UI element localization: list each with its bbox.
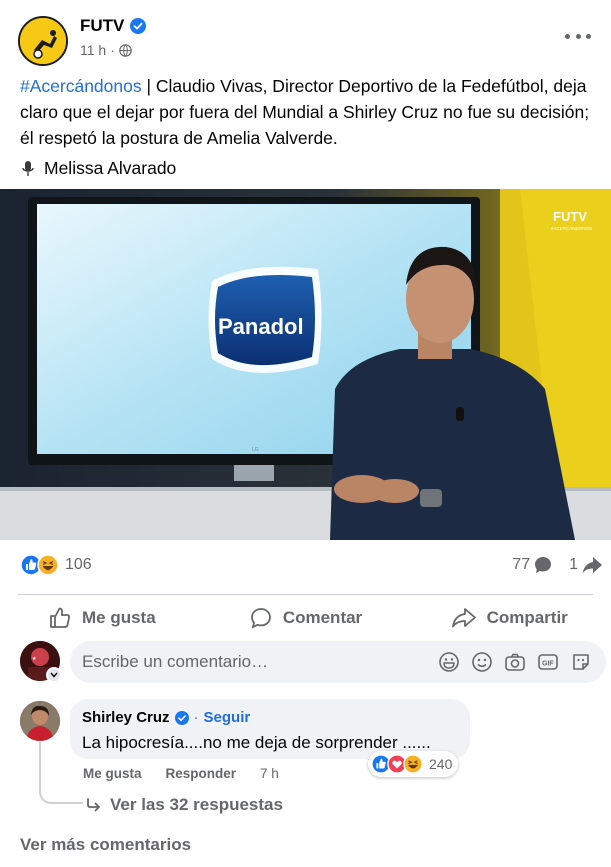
follow-button[interactable]: Seguir	[204, 709, 251, 726]
comment-button[interactable]: Comentar	[204, 596, 408, 640]
comment-text: La hipocresía....no me deja de sorprende…	[82, 733, 431, 752]
view-more-comments-link[interactable]: Ver más comentarios	[20, 835, 191, 855]
post-actions: Me gusta Comentar Compartir	[0, 596, 611, 640]
comment-bubble: Shirley Cruz · Seguir La hipocresía....n…	[70, 699, 470, 759]
page-avatar[interactable]	[18, 16, 68, 66]
more-options-icon[interactable]	[565, 26, 591, 46]
comment-author-name[interactable]: Shirley Cruz	[82, 709, 170, 726]
comment-time[interactable]: 7 h	[260, 766, 279, 781]
panadol-logo: Panadol	[218, 314, 304, 339]
comment-reply-button[interactable]: Responder	[166, 766, 237, 781]
comment-actions: Me gusta Responder 7 h	[83, 766, 279, 781]
engagement-counts: 77 1	[500, 555, 603, 575]
like-button[interactable]: Me gusta	[0, 596, 204, 640]
svg-text:★: ★	[32, 656, 37, 662]
haha-reaction-icon	[403, 754, 423, 774]
chevron-down-icon[interactable]	[46, 667, 62, 683]
comments-count-link[interactable]: 77	[512, 555, 553, 575]
comment-input[interactable]	[82, 652, 382, 672]
verified-badge-icon	[130, 18, 147, 34]
comment-bubble-icon	[535, 557, 552, 573]
microphone-icon	[22, 160, 34, 176]
globe-icon	[119, 43, 132, 57]
composer-tools: GIF	[438, 651, 592, 673]
verified-badge-icon	[174, 710, 189, 725]
reaction-summary[interactable]: 106	[20, 554, 92, 576]
share-button[interactable]: Compartir	[407, 596, 611, 640]
gif-icon[interactable]: GIF	[537, 651, 559, 673]
futv-watermark: FUTV	[553, 209, 587, 224]
emoji-icon[interactable]	[471, 651, 493, 673]
share-icon	[451, 608, 476, 628]
view-replies-link[interactable]: Ver las 32 respuestas	[86, 795, 283, 815]
post-video[interactable]: Panadol LG FUTV #ACERCÁNDONOS	[0, 189, 611, 540]
reactions-count: 106	[65, 556, 92, 573]
svg-text:LG: LG	[252, 447, 259, 453]
post-meta: 11 h ·	[80, 42, 132, 58]
svg-text:GIF: GIF	[542, 661, 554, 668]
camera-icon[interactable]	[504, 651, 526, 673]
page-name[interactable]: FUTV	[80, 16, 124, 36]
byline: Melissa Alvarado	[20, 158, 176, 179]
thumbs-up-icon	[50, 607, 70, 628]
shares-count-link[interactable]: 1	[569, 555, 603, 575]
post-caption: #Acercándonos | Claudio Vivas, Director …	[20, 73, 595, 151]
share-arrow-icon	[582, 557, 602, 574]
comment-composer[interactable]: GIF	[70, 641, 606, 683]
post-header: FUTV 11 h ·	[0, 0, 611, 72]
reply-arrow-icon	[87, 798, 100, 812]
speech-bubble-icon	[250, 608, 271, 629]
comment-reactions[interactable]: 240	[368, 751, 459, 777]
comment-author-avatar[interactable]	[20, 701, 60, 741]
avatar-sticker-icon[interactable]	[570, 651, 592, 673]
haha-reaction-icon	[37, 554, 59, 576]
comment-like-button[interactable]: Me gusta	[83, 766, 142, 781]
divider	[18, 594, 593, 595]
byline-name: Melissa Alvarado	[44, 158, 177, 178]
svg-text:#ACERCÁNDONOS: #ACERCÁNDONOS	[551, 225, 592, 231]
comment-reactions-count: 240	[429, 756, 453, 772]
post-time[interactable]: 11 h	[80, 42, 106, 58]
sticker-icon[interactable]	[438, 651, 460, 673]
hashtag-link[interactable]: #Acercándonos	[20, 76, 142, 96]
